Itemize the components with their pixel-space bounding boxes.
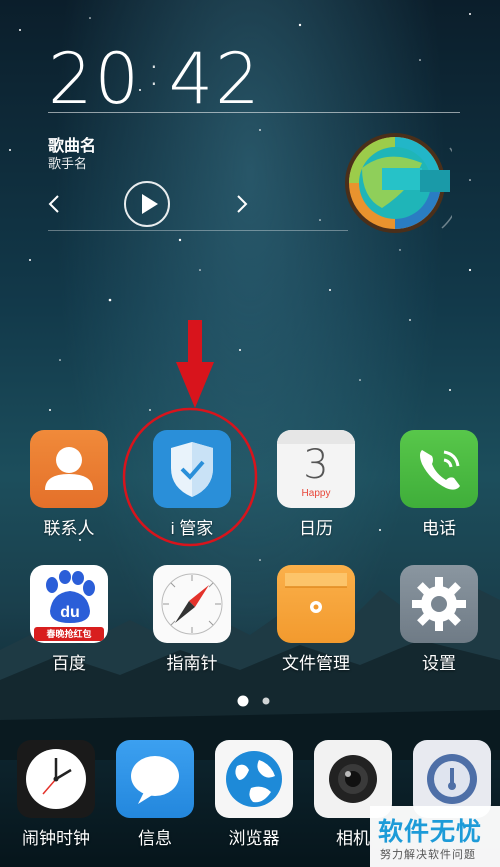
contacts-icon [30, 430, 108, 508]
app-label: 电话 [422, 519, 456, 538]
app-label: 信息 [138, 829, 172, 848]
song-artist: 歌手名 [48, 156, 88, 171]
compass-icon [153, 565, 231, 643]
app-alarm-clock[interactable]: 闹钟时钟 [6, 740, 106, 849]
app-contacts[interactable]: 联系人 [19, 430, 119, 539]
app-label: 日历 [299, 519, 333, 538]
app-phone[interactable]: 电话 [389, 430, 489, 539]
watermark-title: 软件无忧 [378, 818, 483, 846]
time-display[interactable]: 20:42 [48, 38, 262, 120]
clock-hours: 20 [48, 38, 142, 120]
app-label: i 管家 [170, 519, 214, 538]
phone-icon [400, 430, 478, 508]
page-indicator[interactable] [236, 694, 276, 708]
app-label: 设置 [422, 654, 456, 673]
page-dot [262, 697, 270, 705]
play-icon [142, 194, 158, 214]
app-messages[interactable]: 信息 [105, 740, 205, 849]
app-label: 浏览器 [228, 829, 280, 848]
app-label: 闹钟时钟 [22, 829, 90, 848]
messages-icon [116, 740, 194, 818]
app-label: 文件管理 [282, 654, 350, 673]
svg-text:du: du [60, 604, 80, 621]
watermark-logo: 软件无忧 努力解决软件问题 [370, 806, 500, 867]
app-file-manager[interactable]: 文件管理 [266, 565, 366, 674]
app-label: 百度 [52, 654, 86, 673]
calendar-icon: 3 Happy [277, 430, 355, 508]
previous-track-icon[interactable] [44, 190, 64, 218]
red-arrow-icon [176, 362, 214, 408]
album-disc-icon[interactable] [342, 128, 452, 238]
app-settings[interactable]: 设置 [389, 565, 489, 674]
app-label: 指南针 [166, 654, 218, 673]
widget-divider-bottom [48, 230, 348, 231]
i-manager-shield-icon [153, 430, 231, 508]
browser-icon [215, 740, 293, 818]
app-calendar[interactable]: 3 Happy 日历 [266, 430, 366, 539]
app-i-manager[interactable]: i 管家 [142, 430, 242, 539]
clock-icon [17, 740, 95, 818]
baidu-tag: 春晚抢红包 [46, 629, 92, 639]
arrow-shaft [188, 320, 202, 364]
widget-divider [48, 112, 460, 113]
clock-minutes: 42 [168, 38, 262, 120]
app-baidu[interactable]: du 春晚抢红包 百度 [19, 565, 119, 674]
page-dot-active [237, 695, 249, 707]
app-compass[interactable]: 指南针 [142, 565, 242, 674]
calendar-tag: Happy [301, 488, 331, 499]
file-manager-icon [277, 565, 355, 643]
play-button[interactable] [124, 181, 170, 227]
app-label: 联系人 [43, 519, 95, 538]
watermark-subtitle: 努力解决软件问题 [380, 849, 476, 861]
calendar-day: 3 [303, 442, 329, 488]
app-browser[interactable]: 浏览器 [204, 740, 304, 849]
baidu-icon: du 春晚抢红包 [30, 565, 108, 643]
next-track-icon[interactable] [232, 190, 252, 218]
settings-icon [400, 565, 478, 643]
